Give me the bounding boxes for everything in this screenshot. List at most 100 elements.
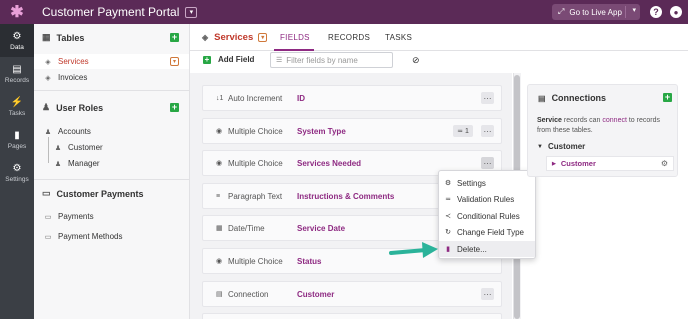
rail-item-label: Settings <box>5 175 29 183</box>
field-name: Status <box>297 256 322 266</box>
filter-fields-input[interactable]: ☰ Filter fields by name <box>270 52 393 68</box>
more-options-icon[interactable]: ··· <box>481 125 494 137</box>
more-options-icon[interactable]: ··· <box>481 288 494 300</box>
sidebar-item-manager[interactable]: ♟ Manager <box>54 159 100 168</box>
menu-item-conditional-rules[interactable]: ≺ Conditional Rules <box>439 208 535 224</box>
more-options-icon[interactable]: ··· <box>481 157 494 169</box>
tab-records[interactable]: RECORDS <box>328 33 370 42</box>
add-connection-button[interactable]: + <box>663 93 672 102</box>
connection-item-customer[interactable]: ▶ Customer ⚙ <box>546 156 674 171</box>
field-type: Date/Time <box>228 223 265 233</box>
sidebar-item-payments[interactable]: ▭ Payments <box>44 212 94 221</box>
app-title-dropdown-icon[interactable]: ▾ <box>185 6 198 18</box>
caret-down-icon: ▼ <box>537 143 543 150</box>
connections-title: ▤ Connections <box>538 93 607 103</box>
hide-fields-icon[interactable]: ⊘ <box>412 55 420 66</box>
field-name: Customer <box>297 289 335 299</box>
multiple-choice-icon: ◉ <box>216 258 223 265</box>
tables-section-title: ▦ Tables <box>42 32 85 43</box>
menu-item-settings[interactable]: ⚙ Settings <box>439 175 535 191</box>
connection-group-customer[interactable]: ▼ Customer <box>537 142 585 151</box>
menu-item-validation-rules[interactable]: ≂ Validation Rules <box>439 191 535 207</box>
sidebar: ▦ Tables + ◈ Services ▾ ◈ Invoices ♟ Use… <box>34 24 190 319</box>
menu-item-change-field-type[interactable]: ↻ Change Field Type <box>439 224 535 240</box>
table-icon: ◈ <box>45 58 51 66</box>
rail-item-label: Pages <box>7 142 27 150</box>
field-name: ID <box>297 93 305 103</box>
title-dropdown-icon[interactable]: ▾ <box>258 33 268 42</box>
rail-item-label: Data <box>10 43 24 51</box>
app-logo-icon[interactable]: ✱ <box>0 0 34 24</box>
left-nav-rail: ⚙ Data ▤ Records ⚡ Tasks ▮ Pages ⚙ Setti… <box>0 24 34 319</box>
users-icon: ♟ <box>42 102 51 112</box>
sidebar-item-payment-methods[interactable]: ▭ Payment Methods <box>44 232 123 241</box>
page-title[interactable]: ◈ Services ▾ <box>202 32 268 43</box>
connections-description: Service records can connect to records f… <box>537 117 660 134</box>
fields-toolbar: + Add Field ☰ Filter fields by name ⊘ <box>190 51 520 71</box>
tab-tasks[interactable]: TASKS <box>385 33 412 42</box>
field-row[interactable]: ◉ Multiple Choice System Type ≂ 1 ··· <box>202 118 502 144</box>
user-icon: ♟ <box>54 144 62 152</box>
validation-icon: ≂ <box>445 196 451 203</box>
table-icon: ◈ <box>202 33 209 42</box>
field-type: Paragraph Text <box>228 191 283 201</box>
sidebar-item-accounts[interactable]: ♟ Accounts <box>44 127 91 136</box>
conditional-icon: ≺ <box>445 213 451 220</box>
connect-link[interactable]: connect <box>602 117 627 124</box>
pages-icon: ▮ <box>14 129 20 141</box>
field-row[interactable] <box>202 313 502 319</box>
user-account-icon[interactable]: ● <box>670 6 682 18</box>
field-row[interactable]: ↓1 Auto Increment ID ··· <box>202 85 502 111</box>
field-name: Instructions & Comments <box>297 191 395 201</box>
field-name: System Type <box>297 126 346 136</box>
rail-item-pages[interactable]: ▮ Pages <box>0 123 34 156</box>
add-field-button[interactable]: + Add Field <box>203 55 254 64</box>
field-type: Auto Increment <box>228 93 283 103</box>
credit-card-icon: ▭ <box>44 233 52 241</box>
multiple-choice-icon: ◉ <box>216 160 223 167</box>
user-icon: ♟ <box>44 128 52 136</box>
sidebar-item-customer[interactable]: ♟ Customer <box>54 143 103 152</box>
live-app-dropdown-icon[interactable]: ▾ <box>632 6 636 14</box>
caret-right-icon: ▶ <box>552 160 556 167</box>
rail-item-label: Records <box>4 76 30 84</box>
app-title[interactable]: Customer Payment Portal <box>42 5 179 19</box>
connections-icon: ▤ <box>538 93 546 103</box>
divider <box>34 179 189 180</box>
field-type: Multiple Choice <box>228 256 283 266</box>
tasks-icon: ⚡ <box>10 96 24 108</box>
table-icon: ◈ <box>45 74 51 82</box>
sidebar-item-invoices[interactable]: ◈ Invoices <box>44 73 87 82</box>
rail-item-data[interactable]: ⚙ Data <box>0 24 34 57</box>
field-row[interactable]: ▤ Connection Customer ··· <box>202 281 502 307</box>
rules-count-badge[interactable]: ≂ 1 <box>453 125 473 137</box>
field-name: Service Date <box>297 223 346 233</box>
field-type: Connection <box>228 289 269 299</box>
top-bar: ✱ Customer Payment Portal ▾ ⤢ Go to Live… <box>0 0 688 24</box>
field-options-menu: ⚙ Settings ≂ Validation Rules ≺ Conditio… <box>438 170 536 259</box>
customer-payments-section-title: ▭ Customer Payments <box>42 188 144 199</box>
credit-card-icon: ▭ <box>42 188 51 198</box>
add-user-role-button[interactable]: + <box>170 103 179 112</box>
plus-icon: + <box>203 54 211 64</box>
services-options-dropdown-icon[interactable]: ▾ <box>170 57 179 66</box>
gear-icon: ⚙ <box>444 180 452 187</box>
tab-fields[interactable]: FIELDS <box>280 33 310 42</box>
add-table-button[interactable]: + <box>170 33 179 42</box>
go-to-live-app-button[interactable]: ⤢ Go to Live App ▾ <box>552 4 640 20</box>
help-icon[interactable]: ? <box>650 6 662 18</box>
credit-card-icon: ▭ <box>44 213 52 221</box>
menu-item-delete[interactable]: ▮ Delete... <box>439 241 535 257</box>
rail-item-records[interactable]: ▤ Records <box>0 57 34 90</box>
more-options-icon[interactable]: ··· <box>481 92 494 104</box>
divider <box>625 6 626 18</box>
records-icon: ▤ <box>12 63 22 75</box>
auto-increment-icon: ↓1 <box>216 94 224 102</box>
rail-item-settings[interactable]: ⚙ Settings <box>0 156 34 189</box>
gear-icon[interactable]: ⚙ <box>661 159 668 168</box>
rail-item-tasks[interactable]: ⚡ Tasks <box>0 90 34 123</box>
field-type: Multiple Choice <box>228 126 283 136</box>
field-name: Services Needed <box>297 158 362 168</box>
user-roles-section-title: ♟ User Roles <box>42 102 104 113</box>
sidebar-item-services[interactable]: ◈ Services <box>44 57 88 66</box>
